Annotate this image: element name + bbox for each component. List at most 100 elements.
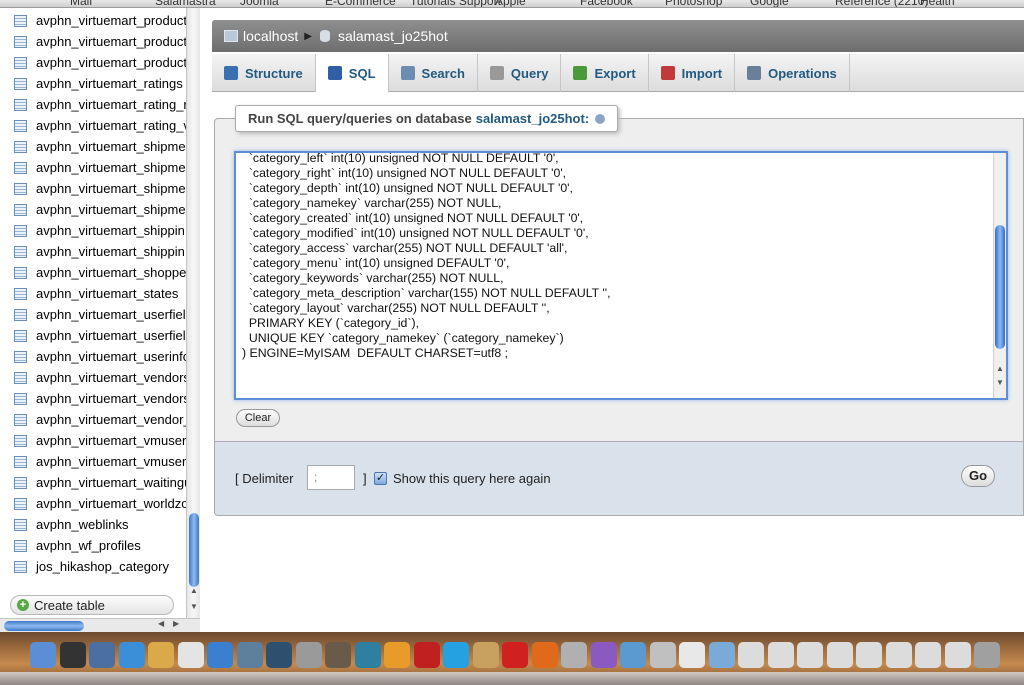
filezilla-icon[interactable]	[502, 642, 528, 668]
table-name-link[interactable]: avphn_weblinks	[36, 517, 129, 532]
table-name-link[interactable]: avphn_virtuemart_vendor_	[36, 412, 186, 427]
bookmark-item[interactable]: Mail	[70, 0, 92, 7]
table-name-link[interactable]: avphn_virtuemart_product	[36, 13, 186, 28]
table-list-item[interactable]: avphn_virtuemart_worldzo	[14, 493, 186, 514]
system-prefs-icon[interactable]	[295, 642, 322, 668]
scroll-up-arrow-icon[interactable]: ▲	[996, 364, 1004, 373]
table-icon[interactable]	[14, 182, 27, 195]
table-list-item[interactable]: avphn_virtuemart_rating_v	[14, 115, 186, 136]
scroll-right-arrow-icon[interactable]: ▶	[173, 619, 179, 628]
table-icon[interactable]	[14, 266, 27, 279]
table-name-link[interactable]: avphn_virtuemart_vendors	[36, 370, 186, 385]
table-icon[interactable]	[14, 56, 27, 69]
table-list-item[interactable]: avphn_virtuemart_vmuser	[14, 451, 186, 472]
breadcrumb-database[interactable]: salamast_jo25hot	[338, 28, 448, 44]
table-list-item[interactable]: avphn_weblinks	[14, 514, 129, 535]
window-icon[interactable]	[856, 642, 882, 668]
folder-icon[interactable]	[708, 642, 735, 668]
scroll-down-arrow-icon[interactable]: ▼	[996, 378, 1004, 387]
table-name-link[interactable]: avphn_virtuemart_userfiel	[36, 328, 186, 343]
table-list-item[interactable]: avphn_virtuemart_vendors	[14, 388, 186, 409]
table-name-link[interactable]: avphn_virtuemart_rating_v	[36, 118, 186, 133]
table-list-item[interactable]: avphn_virtuemart_vendor_	[14, 409, 186, 430]
firefox-icon[interactable]	[531, 642, 558, 668]
scroll-up-arrow-icon[interactable]: ▲	[190, 586, 198, 595]
table-icon[interactable]	[14, 35, 27, 48]
table-name-link[interactable]: avphn_virtuemart_vendors	[36, 391, 186, 406]
flower-icon[interactable]	[384, 642, 410, 668]
table-list-item[interactable]: avphn_virtuemart_vmuser	[14, 430, 186, 451]
table-icon[interactable]	[14, 518, 27, 531]
table-name-link[interactable]: avphn_virtuemart_vmuser	[36, 433, 186, 448]
nav-horizontal-scrollbar[interactable]: ◀ ▶	[0, 618, 200, 632]
table-name-link[interactable]: avphn_virtuemart_shippin	[36, 244, 185, 259]
table-name-link[interactable]: avphn_virtuemart_product	[36, 34, 186, 49]
table-icon[interactable]	[14, 371, 27, 384]
bookmark-item[interactable]: E-Commerce	[325, 0, 396, 7]
textarea-scroll-thumb[interactable]	[995, 225, 1005, 349]
go-button[interactable]: Go	[961, 465, 995, 487]
table-name-link[interactable]: avphn_virtuemart_shippin	[36, 223, 185, 238]
table-list-item[interactable]: avphn_virtuemart_vendors	[14, 367, 186, 388]
table-icon[interactable]	[14, 497, 27, 510]
table-list-item[interactable]: avphn_virtuemart_userfiel	[14, 325, 186, 346]
window-icon[interactable]	[915, 642, 941, 668]
table-icon[interactable]	[14, 224, 27, 237]
books-icon[interactable]	[472, 642, 499, 668]
bookmark-item[interactable]: Health	[920, 0, 955, 7]
acrobat-icon[interactable]	[413, 642, 440, 668]
safari-icon[interactable]	[118, 642, 145, 668]
table-list-item[interactable]: avphn_virtuemart_shipme	[14, 178, 186, 199]
bookmark-item[interactable]: Tutorials Support	[410, 0, 501, 7]
table-list-item[interactable]: avphn_virtuemart_product	[14, 52, 186, 73]
window-icon[interactable]	[826, 642, 853, 668]
spaces-icon[interactable]	[236, 642, 263, 668]
tab-import[interactable]: Import	[649, 54, 736, 92]
tab-operations[interactable]: Operations	[735, 54, 850, 92]
show-query-label[interactable]: Show this query here again	[393, 471, 551, 486]
table-list-item[interactable]: avphn_virtuemart_shipme	[14, 157, 186, 178]
breadcrumb-server[interactable]: localhost	[243, 28, 298, 44]
table-icon[interactable]	[14, 140, 27, 153]
table-list-item[interactable]: avphn_virtuemart_userfiel	[14, 304, 186, 325]
table-icon[interactable]	[14, 161, 27, 174]
table-name-link[interactable]: avphn_virtuemart_ratings	[36, 76, 183, 91]
table-name-link[interactable]: avphn_wf_profiles	[36, 538, 141, 553]
trash-icon[interactable]	[974, 642, 1000, 668]
window-icon[interactable]	[944, 642, 971, 668]
skype-icon[interactable]	[443, 642, 469, 668]
table-icon[interactable]	[14, 308, 27, 321]
table-icon[interactable]	[14, 98, 27, 111]
bookmark-item[interactable]: Reference (2210)	[835, 0, 928, 7]
ink-icon[interactable]	[354, 642, 381, 668]
table-list-item[interactable]: avphn_virtuemart_waitingu	[14, 472, 186, 493]
bookmark-item[interactable]: Facebook	[580, 0, 633, 7]
doc-icon[interactable]	[679, 642, 705, 668]
table-icon[interactable]	[14, 329, 27, 342]
table-icon[interactable]	[14, 287, 27, 300]
sql-query-textarea[interactable]: `category_left` int(10) unsigned NOT NUL…	[234, 151, 1008, 400]
nav-vertical-scrollbar[interactable]: ▲ ▼	[186, 8, 200, 618]
table-icon[interactable]	[14, 350, 27, 363]
textarea-scrollbar[interactable]: ▲ ▼	[993, 153, 1006, 398]
table-name-link[interactable]: avphn_virtuemart_shipme	[36, 202, 186, 217]
photo-icon[interactable]	[325, 642, 351, 668]
bookmark-item[interactable]: Salamastra	[155, 0, 216, 7]
table-icon[interactable]	[14, 14, 27, 27]
table-icon[interactable]	[14, 77, 27, 90]
table-name-link[interactable]: avphn_virtuemart_shoppe	[36, 265, 186, 280]
window-icon[interactable]	[797, 642, 823, 668]
clear-button[interactable]: Clear	[236, 409, 280, 427]
table-name-link[interactable]: avphn_virtuemart_shipme	[36, 160, 186, 175]
table-list-item[interactable]: avphn_virtuemart_shipme	[14, 136, 186, 157]
legend-database-link[interactable]: salamast_jo25hot:	[476, 111, 589, 126]
window-icon[interactable]	[767, 642, 794, 668]
table-name-link[interactable]: avphn_virtuemart_vmuser	[36, 454, 186, 469]
table-list-item[interactable]: avphn_virtuemart_states	[14, 283, 178, 304]
table-name-link[interactable]: avphn_virtuemart_shipme	[36, 139, 186, 154]
table-icon[interactable]	[14, 476, 27, 489]
bookmark-item[interactable]: Joomla	[240, 0, 279, 7]
scroll-thumb[interactable]	[189, 513, 199, 587]
table-list-item[interactable]: avphn_virtuemart_userinfo	[14, 346, 186, 367]
table-list-item[interactable]: avphn_virtuemart_product	[14, 31, 186, 52]
